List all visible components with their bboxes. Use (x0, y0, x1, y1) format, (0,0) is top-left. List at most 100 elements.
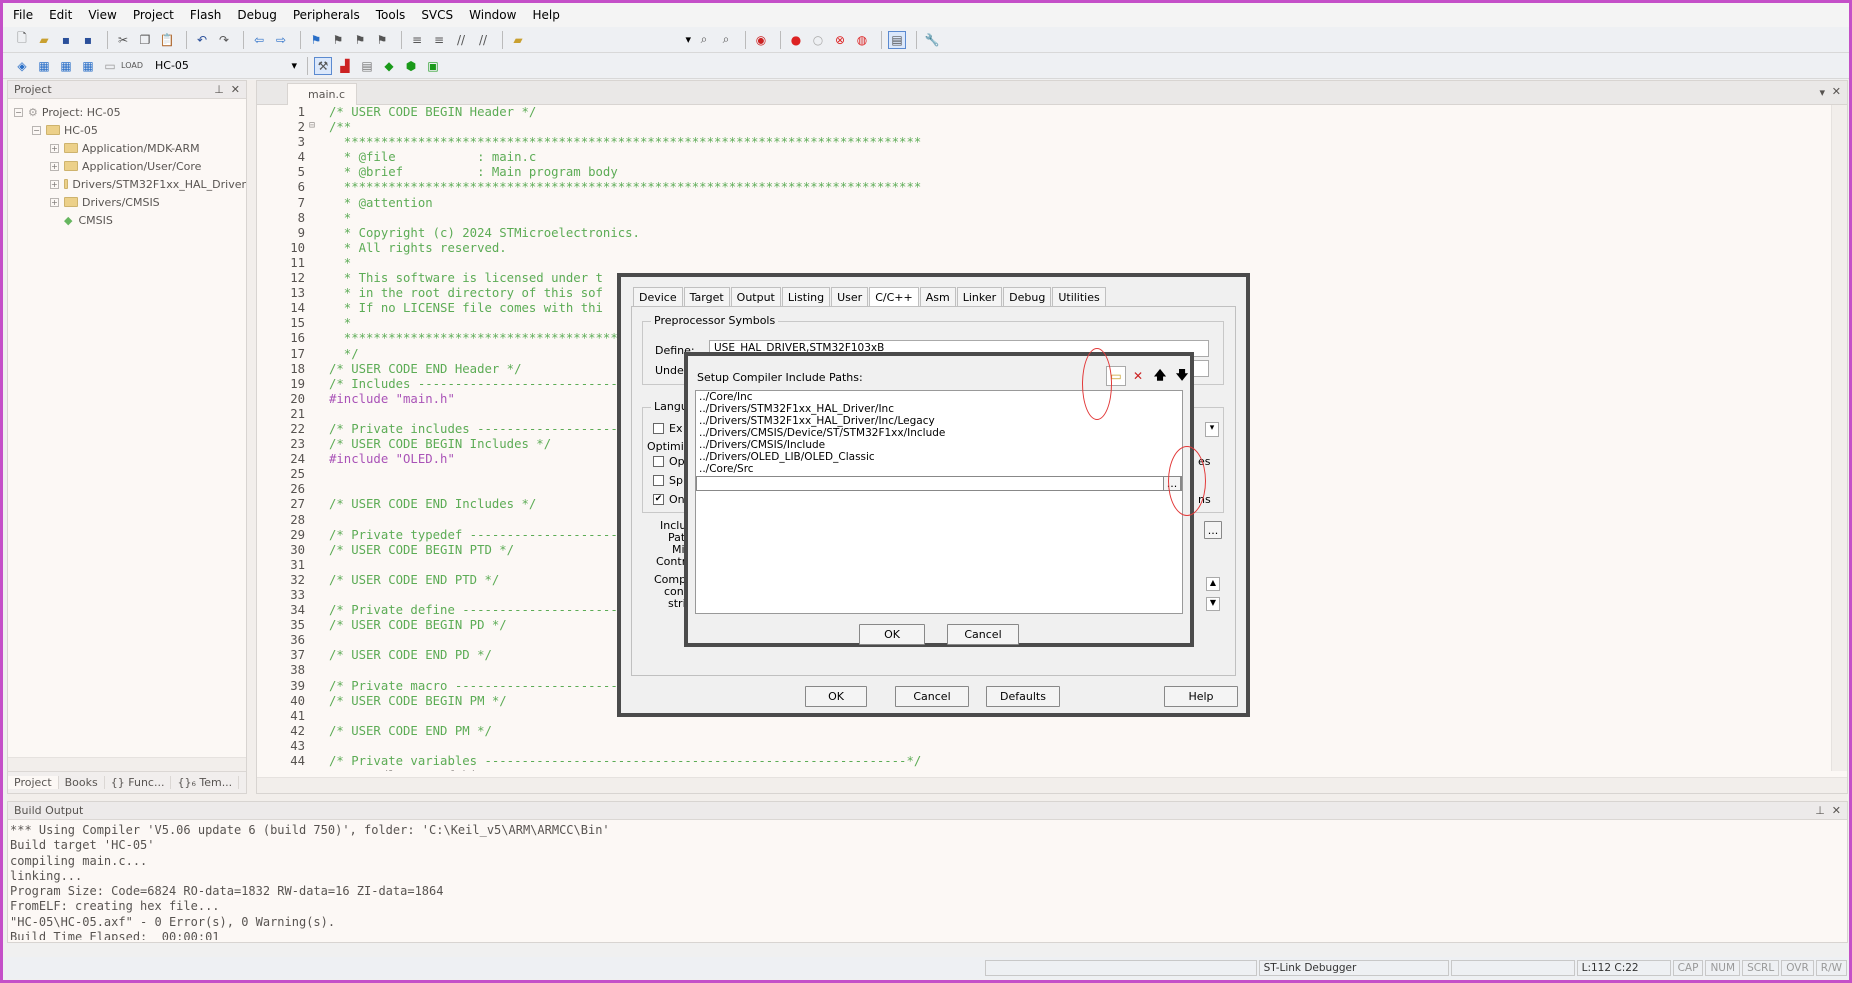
one-elf-checkbox[interactable]: ✔ (653, 494, 664, 505)
tree-group[interactable]: + Application/MDK-ARM (14, 139, 246, 157)
tab-books[interactable]: Books (59, 776, 105, 789)
menu-edit[interactable]: Edit (49, 8, 72, 22)
collapse-icon[interactable]: − (14, 107, 23, 117)
target-select[interactable]: HC-05 ▾ (151, 57, 301, 75)
disable-breakpoint-icon[interactable]: ○ (809, 31, 827, 49)
close-icon[interactable]: ✕ (1832, 804, 1841, 817)
code-line[interactable]: 8 * (257, 211, 1832, 226)
horizontal-scrollbar[interactable] (8, 757, 246, 771)
code-line[interactable]: 7 * @attention (257, 196, 1832, 211)
comment-icon[interactable]: // (452, 31, 470, 49)
prev-bookmark-icon[interactable]: ⚑ (329, 31, 347, 49)
path-item[interactable]: ../Drivers/OLED_LIB/OLED_Classic (696, 451, 1182, 463)
translate-icon[interactable]: ◈ (13, 57, 31, 75)
menu-view[interactable]: View (88, 8, 116, 22)
chevron-down-icon[interactable]: ▾ (1205, 422, 1219, 437)
pack-installer-icon[interactable]: ⬢ (402, 57, 420, 75)
code-line[interactable]: 4 * @file : main.c (257, 150, 1832, 165)
cut-icon[interactable]: ✂ (114, 31, 132, 49)
manage-components-icon[interactable]: ▤ (358, 57, 376, 75)
path-item[interactable]: ../Drivers/STM32F1xx_HAL_Driver/Inc/Lega… (696, 415, 1182, 427)
expand-icon[interactable]: + (50, 143, 59, 153)
pin-icon[interactable]: ⊥ (1815, 804, 1825, 817)
horizontal-scrollbar[interactable] (257, 777, 1847, 793)
build-icon[interactable]: ▦ (35, 57, 53, 75)
tab-project[interactable]: Project (8, 776, 59, 789)
optimize-time-checkbox[interactable] (653, 456, 664, 467)
code-line[interactable]: 9 * Copyright (c) 2024 STMicroelectronic… (257, 226, 1832, 241)
tab-listing[interactable]: Listing (781, 287, 831, 307)
tab-functions[interactable]: {} Func... (105, 776, 172, 789)
indent-icon[interactable]: ≡ (408, 31, 426, 49)
save-all-icon[interactable]: ▪ (79, 31, 97, 49)
tree-group[interactable]: + Application/User/Core (14, 157, 246, 175)
include-paths-browse-button[interactable]: ... (1204, 521, 1222, 539)
redo-icon[interactable]: ↷ (215, 31, 233, 49)
menu-help[interactable]: Help (532, 8, 559, 22)
bookmark-icon[interactable]: ⚑ (307, 31, 325, 49)
find-icon[interactable]: ⌕ (695, 31, 713, 49)
batch-build-icon[interactable]: ▦ (79, 57, 97, 75)
debug-session-icon[interactable]: ◉ (752, 31, 770, 49)
path-item[interactable]: ../Drivers/CMSIS/Device/ST/STM32F1xx/Inc… (696, 427, 1182, 439)
copy-icon[interactable]: ❐ (136, 31, 154, 49)
close-icon[interactable]: ✕ (1832, 85, 1841, 98)
tree-root[interactable]: − ⚙ Project: HC-05 (14, 103, 246, 121)
paste-icon[interactable]: 📋 (158, 31, 176, 49)
download-icon[interactable]: LOAD (121, 57, 143, 75)
find-in-files-icon[interactable]: ▰ (509, 31, 527, 49)
code-line[interactable]: 45 I2C_HandleTypeDef hi2c1; (257, 769, 1832, 771)
menu-window[interactable]: Window (469, 8, 516, 22)
stop-build-icon[interactable]: ▭ (101, 57, 119, 75)
path-item[interactable]: ../Core/Src (696, 463, 1182, 475)
tree-group[interactable]: + Drivers/CMSIS (14, 193, 246, 211)
split-sections-checkbox[interactable] (653, 475, 664, 486)
disable-all-breakpoints-icon[interactable]: ⊗ (831, 31, 849, 49)
tree-group[interactable]: ◆ CMSIS (14, 211, 246, 229)
expand-icon[interactable]: + (50, 161, 59, 171)
code-line[interactable]: 3 **************************************… (257, 135, 1832, 150)
find-combo[interactable]: ▾ (535, 31, 695, 49)
menu-file[interactable]: File (13, 8, 33, 22)
menu-tools[interactable]: Tools (376, 8, 406, 22)
code-line[interactable]: 11 * (257, 256, 1832, 271)
undo-icon[interactable]: ↶ (193, 31, 211, 49)
collapse-icon[interactable]: − (32, 125, 41, 135)
expand-icon[interactable]: + (50, 197, 59, 207)
code-line[interactable]: 42 /* USER CODE END PM */ (257, 724, 1832, 739)
scroll-up-icon[interactable]: ▲ (1206, 577, 1220, 591)
build-output-text[interactable]: *** Using Compiler 'V5.06 update 6 (buil… (8, 820, 1847, 940)
next-bookmark-icon[interactable]: ⚑ (351, 31, 369, 49)
defaults-button[interactable]: Defaults (986, 686, 1060, 707)
tab-output[interactable]: Output (730, 287, 781, 307)
tab-target[interactable]: Target (683, 287, 730, 307)
tab-list-icon[interactable]: ▾ (1819, 86, 1825, 99)
delete-icon[interactable]: ✕ (1128, 366, 1148, 386)
rebuild-icon[interactable]: ▦ (57, 57, 75, 75)
target-options-icon[interactable]: ⚒ (314, 56, 332, 75)
code-line[interactable]: 10 * All rights reserved. (257, 241, 1832, 256)
help-button[interactable]: Help (1164, 686, 1238, 707)
code-line[interactable]: 2 ⊟ /** (257, 120, 1832, 135)
nav-back-icon[interactable]: ⇦ (250, 31, 268, 49)
tab-asm[interactable]: Asm (919, 287, 956, 307)
code-line[interactable]: 1 /* USER CODE BEGIN Header */ (257, 105, 1832, 120)
menu-svcs[interactable]: SVCS (421, 8, 453, 22)
code-line[interactable]: 43 (257, 739, 1832, 754)
move-down-icon[interactable]: 🡇 (1172, 366, 1192, 386)
pin-icon[interactable]: ⊥ (214, 83, 224, 96)
kill-breakpoints-icon[interactable]: ◍ (853, 31, 871, 49)
tab-device[interactable]: Device (633, 287, 683, 307)
select-packs-icon[interactable]: ▣ (424, 57, 442, 75)
run-time-env-icon[interactable]: ◆ (380, 57, 398, 75)
new-file-icon[interactable]: 🗋 (13, 31, 31, 49)
save-icon[interactable]: ▪ (57, 31, 75, 49)
file-extensions-icon[interactable]: ▟ (336, 57, 354, 75)
tab-c-cpp[interactable]: C/C++ (869, 287, 919, 307)
scroll-down-icon[interactable]: ▼ (1206, 597, 1220, 611)
menu-flash[interactable]: Flash (190, 8, 221, 22)
execute-only-checkbox[interactable] (653, 423, 664, 434)
ok-button[interactable]: OK (859, 624, 925, 645)
tree-group[interactable]: + Drivers/STM32F1xx_HAL_Driver (14, 175, 246, 193)
menu-project[interactable]: Project (133, 8, 174, 22)
